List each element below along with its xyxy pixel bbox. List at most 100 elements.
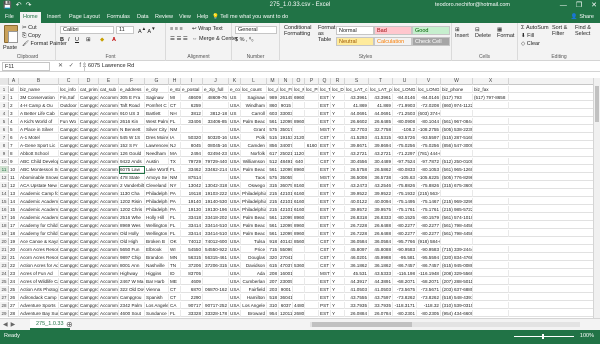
cell[interactable]: Campgrou [79,238,99,245]
cell[interactable]: USA [229,278,241,285]
cell[interactable]: -75.1761 [417,206,441,213]
cell[interactable] [305,302,319,309]
cell[interactable]: 18 [9,230,19,237]
cell[interactable]: Accommo [99,278,119,285]
cell[interactable]: 26.6488 [369,230,393,237]
cell[interactable]: 856 [267,142,279,149]
cell[interactable] [441,150,473,157]
cell[interactable]: Accommo [99,102,119,109]
cell[interactable]: NH [169,110,181,117]
cell[interactable]: Campgrou [79,286,99,293]
column-header-e[interactable]: E [99,78,119,85]
cell[interactable]: Palm Beac [241,230,267,237]
cell[interactable]: Nashville [145,262,169,269]
cell[interactable]: FL [169,166,181,173]
borders-icon[interactable]: ⊞ [86,37,91,43]
cell[interactable]: 39.8671 [345,142,369,149]
cell[interactable]: 8045 [181,142,203,149]
cell[interactable]: 40.0122 [345,198,369,205]
cell[interactable]: USA [229,158,241,165]
cell[interactable]: 315 [267,182,279,189]
header-cell[interactable]: loc_count [241,86,267,93]
sheet-tab-active[interactable]: 275_1.0.33 [30,319,70,330]
fill-color-icon[interactable]: ◆ [100,37,104,43]
cell[interactable]: Y [331,214,345,221]
horizontal-scroll-thumb[interactable] [312,322,412,327]
cell[interactable]: Campgrou [59,222,79,229]
tab-insert[interactable]: Insert [44,12,64,23]
wrap-text-button[interactable]: ↩ Wrap Text [192,26,223,32]
column-header-f[interactable]: F [119,78,145,85]
cell[interactable]: 33462-214 [203,166,229,173]
cell[interactable]: Y [331,222,345,229]
column-header-i[interactable]: I [181,78,203,85]
cell[interactable]: 33414-510 [203,230,229,237]
cell[interactable]: 310 [267,302,279,309]
cell[interactable]: Price [241,246,267,253]
cell[interactable]: 478 State [119,174,145,181]
cell[interactable]: Los Angeles [145,302,169,309]
cell[interactable]: 715 [267,246,279,253]
cell[interactable]: 45.9988 [369,254,393,261]
cell[interactable]: Pomfret C [145,102,169,109]
cell[interactable] [305,246,319,253]
cell[interactable]: 26.6488 [369,222,393,229]
cell[interactable]: Y [331,262,345,269]
cell[interactable]: CST [319,262,331,269]
cell[interactable]: EST [319,102,331,109]
header-cell[interactable]: e_city [145,86,169,93]
cell[interactable]: 4480 [293,302,305,309]
cell[interactable]: Campgrou [59,190,79,197]
cell[interactable]: Campgrou [79,158,99,165]
cell[interactable]: Y [331,190,345,197]
cell[interactable]: 26.8333 [369,214,393,221]
cell[interactable]: (505) 538-2239 [441,126,473,133]
cell[interactable]: 36.1862 [345,262,369,269]
cell[interactable]: Sundance [145,310,169,317]
cell[interactable]: Academic Academy [19,198,59,205]
conditional-formatting-button[interactable]: Conditional Formatting [284,25,318,37]
cell[interactable]: 37206-315 [203,262,229,269]
cell[interactable]: Abbott School [19,150,59,157]
cell[interactable]: Academic Academy [19,214,59,221]
cell[interactable] [305,166,319,173]
cell[interactable]: 36.0584 [369,238,393,245]
sort-filter-button[interactable]: Sort & Filter [552,25,574,37]
cell[interactable]: IA [169,134,181,141]
cell[interactable]: Palm Beac [241,222,267,229]
cell[interactable]: 28 [9,310,19,317]
cell[interactable]: 43.3961 [345,94,369,101]
cell[interactable]: 20 [9,246,19,253]
cell[interactable]: Accommo [99,126,119,133]
header-cell[interactable]: loc_TZ [319,86,331,93]
cell[interactable]: (515) 287-5160 [441,134,473,141]
cell[interactable]: 561 [267,118,279,125]
cell[interactable] [305,254,319,261]
cell[interactable]: Campgrou [79,302,99,309]
cell[interactable]: 9897 Chip [119,254,145,261]
cell[interactable] [473,262,509,269]
cell[interactable]: 35055 [279,174,293,181]
cell[interactable]: Philadelph [145,198,169,205]
cell[interactable]: NY [169,182,181,189]
cell[interactable]: Ada [241,270,267,277]
cell[interactable]: -93.5597 [417,134,441,141]
row-number[interactable]: 28 [0,302,9,309]
cell[interactable] [473,230,509,237]
cell[interactable] [473,158,509,165]
header-cell[interactable]: loc_LONG [393,86,417,93]
cell[interactable]: 8160 [293,182,305,189]
cell[interactable]: Oswego [241,182,267,189]
cell[interactable]: Y [331,182,345,189]
tab-file[interactable]: File [2,12,17,23]
user-account[interactable]: teodoro.nechifor@hotmail.com [435,1,510,10]
cell[interactable]: 617 [267,150,279,157]
column-header-j[interactable]: J [203,78,229,85]
cell[interactable]: Campgrou [79,118,99,125]
cell[interactable]: CST [319,238,331,245]
cell[interactable] [305,262,319,269]
cell[interactable]: 35017 [279,126,293,133]
row-number[interactable]: 12 [0,174,9,181]
header-cell[interactable]: e_postal [181,86,203,93]
cell[interactable]: 26.6602 [345,118,369,125]
